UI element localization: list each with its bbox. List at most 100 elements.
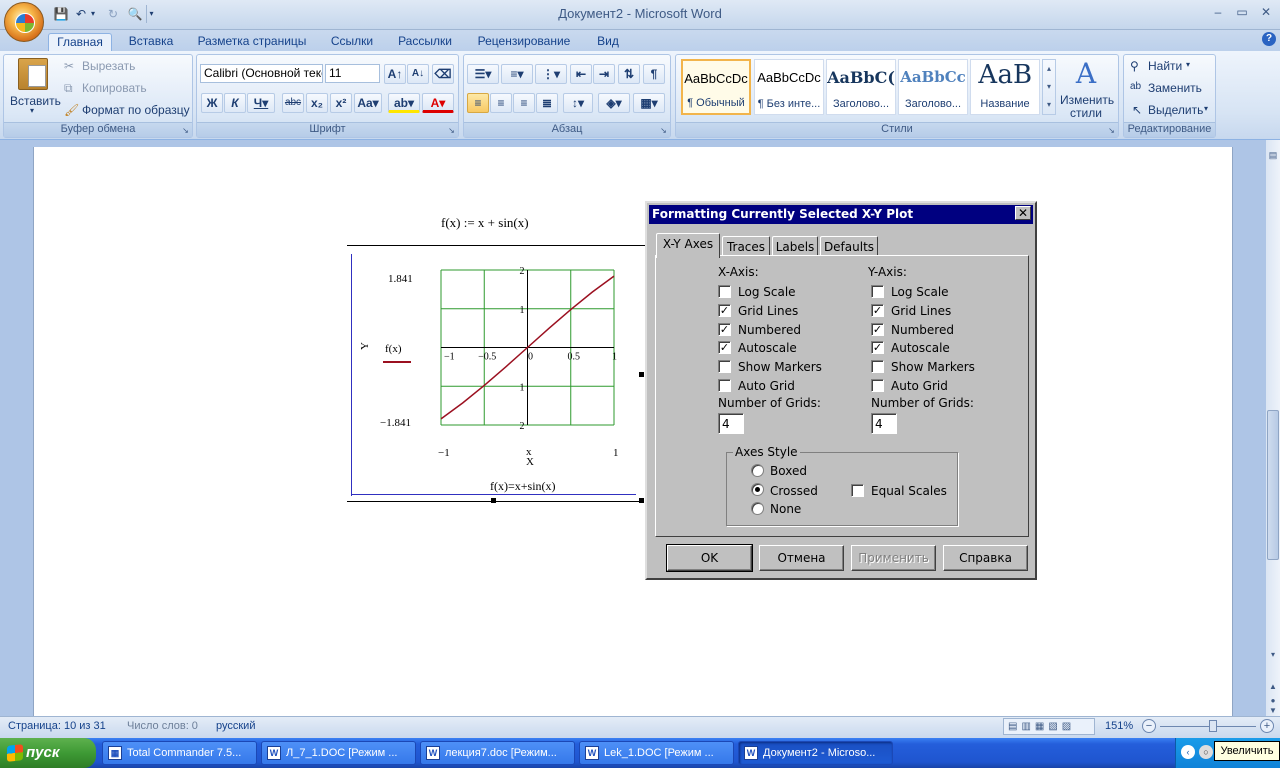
- change-case-icon[interactable]: Aa▾: [354, 93, 382, 113]
- shrink-font-icon[interactable]: A↓: [407, 64, 429, 84]
- x-axis-checkbox[interactable]: [718, 360, 731, 374]
- subscript-icon[interactable]: x₂: [306, 93, 328, 113]
- task-word-doc[interactable]: Wлекция7.doc [Режим...: [420, 741, 575, 765]
- find-dropdown-icon[interactable]: ▾: [1186, 60, 1190, 69]
- replace-button[interactable]: Заменить: [1148, 81, 1202, 95]
- style-normal[interactable]: AaBbCcDc ¶ Обычный: [681, 59, 751, 115]
- xy-plot[interactable]: −1 −0.5 0 0.5 1 2 1 1 2: [430, 262, 630, 438]
- dialog-launcher-icon[interactable]: ↘: [181, 126, 190, 135]
- bold-icon[interactable]: Ж: [201, 93, 223, 113]
- underline-icon[interactable]: Ч▾: [247, 93, 275, 113]
- zoom-slider-thumb[interactable]: [1209, 720, 1217, 732]
- radio-crossed[interactable]: [751, 483, 764, 496]
- tab-view[interactable]: Вид: [590, 33, 626, 51]
- next-page-icon[interactable]: ▼: [1266, 706, 1280, 716]
- resize-handle[interactable]: [639, 372, 644, 377]
- shading-icon[interactable]: ◈▾: [598, 93, 630, 113]
- cancel-button[interactable]: Отмена: [759, 545, 844, 571]
- document-page[interactable]: [33, 147, 1233, 716]
- style-no-spacing[interactable]: AaBbCcDc ¶ Без инте...: [754, 59, 824, 115]
- resize-handle[interactable]: [639, 498, 644, 503]
- superscript-icon[interactable]: x²: [330, 93, 352, 113]
- language-indicator[interactable]: русский: [216, 720, 255, 732]
- prev-page-icon[interactable]: ▲: [1266, 682, 1280, 694]
- tab-page-layout[interactable]: Разметка страницы: [192, 33, 312, 51]
- cut-button[interactable]: Вырезать: [82, 59, 135, 73]
- dialog-launcher-icon[interactable]: ↘: [659, 126, 668, 135]
- show-marks-icon[interactable]: ¶: [643, 64, 665, 84]
- zoom-level[interactable]: 151%: [1105, 720, 1133, 732]
- paste-button[interactable]: Вставить: [10, 94, 61, 108]
- view-buttons[interactable]: ▤▥▦▧▨: [1003, 718, 1095, 735]
- radio-boxed[interactable]: [751, 464, 764, 477]
- equal-scales-checkbox[interactable]: [851, 484, 864, 497]
- multilevel-list-icon[interactable]: ⋮▾: [535, 64, 567, 84]
- close-icon[interactable]: ✕: [1256, 5, 1276, 21]
- word-count[interactable]: Число слов: 0: [127, 720, 198, 732]
- zoom-in-icon[interactable]: +: [1260, 719, 1274, 733]
- x-grids-input[interactable]: 4: [718, 413, 744, 434]
- apply-button[interactable]: Применить: [851, 545, 936, 571]
- resize-handle[interactable]: [491, 498, 496, 503]
- zoom-slider-track[interactable]: [1160, 726, 1256, 727]
- grow-font-icon[interactable]: A↑: [384, 64, 406, 84]
- x-axis-checkbox[interactable]: [718, 379, 731, 392]
- scroll-down-icon[interactable]: ▾: [1266, 650, 1280, 662]
- scrollbar-thumb[interactable]: [1267, 410, 1279, 560]
- browse-object-icon[interactable]: ●: [1266, 696, 1280, 706]
- task-word-doc[interactable]: W Lek_1.DOC [Режим ...: [579, 741, 734, 765]
- dialog-launcher-icon[interactable]: ↘: [1107, 126, 1116, 135]
- dialog-close-icon[interactable]: ✕: [1015, 206, 1031, 220]
- radio-none[interactable]: [751, 502, 764, 515]
- task-total-commander[interactable]: ▦ Total Commander 7.5...: [102, 741, 257, 765]
- tab-mailings[interactable]: Рассылки: [392, 33, 458, 51]
- style-heading-1[interactable]: AaBbC(Заголово...: [826, 59, 896, 115]
- paste-dropdown-icon[interactable]: ▾: [30, 106, 34, 115]
- styles-scroll[interactable]: ▴ ▾ ▾: [1042, 59, 1056, 115]
- help-button[interactable]: Справка: [943, 545, 1028, 571]
- italic-icon[interactable]: К: [224, 93, 246, 113]
- zoom-out-icon[interactable]: −: [1142, 719, 1156, 733]
- select-button[interactable]: Выделить: [1148, 103, 1203, 117]
- align-right-icon[interactable]: ≡: [513, 93, 535, 113]
- office-button[interactable]: [4, 2, 44, 42]
- font-name-combo[interactable]: Calibri (Основной текст): [200, 64, 323, 83]
- y-axis-checkbox[interactable]: [871, 360, 884, 374]
- clear-format-icon[interactable]: ⌫: [432, 64, 454, 84]
- highlight-icon[interactable]: ab▾: [388, 93, 420, 113]
- style-heading-2[interactable]: AaBbCc Заголово...: [898, 59, 968, 115]
- y-axis-checkbox[interactable]: [871, 379, 884, 392]
- ok-button[interactable]: OK: [666, 544, 753, 572]
- y-grids-input[interactable]: 4: [871, 413, 897, 434]
- justify-icon[interactable]: ≣: [536, 93, 558, 113]
- tray-expand-icon[interactable]: ‹: [1181, 745, 1195, 759]
- y-axis-checkbox[interactable]: ✓: [871, 322, 884, 336]
- font-size-combo[interactable]: 11: [325, 64, 380, 83]
- help-icon[interactable]: ?: [1262, 32, 1276, 46]
- copy-button[interactable]: Копировать: [82, 81, 147, 95]
- tab-home[interactable]: Главная: [48, 33, 112, 51]
- tab-xy-axes[interactable]: X-Y Axes: [656, 233, 720, 258]
- tab-references[interactable]: Ссылки: [326, 33, 378, 51]
- y-axis-checkbox[interactable]: ✓: [871, 303, 884, 317]
- align-left-icon[interactable]: ≡: [467, 93, 489, 113]
- tab-review[interactable]: Рецензирование: [472, 33, 576, 51]
- ruler-toggle-icon[interactable]: ▤: [1266, 150, 1280, 162]
- dialog-launcher-icon[interactable]: ↘: [447, 126, 456, 135]
- minimize-icon[interactable]: –: [1208, 5, 1228, 21]
- x-axis-checkbox[interactable]: [718, 285, 731, 298]
- sort-icon[interactable]: ⇅: [618, 64, 640, 84]
- task-word-doc[interactable]: W Л_7_1.DOC [Режим ...: [261, 741, 416, 765]
- strikethrough-icon[interactable]: abc: [282, 93, 304, 113]
- x-axis-checkbox[interactable]: ✓: [718, 341, 731, 355]
- y-axis-checkbox[interactable]: ✓: [871, 341, 884, 355]
- change-styles-button[interactable]: Изменить стили: [1060, 94, 1114, 120]
- task-word-active[interactable]: W Документ2 - Microso...: [738, 741, 893, 765]
- paste-icon[interactable]: [18, 58, 48, 90]
- format-painter-button[interactable]: Формат по образцу: [82, 103, 190, 117]
- tab-insert[interactable]: Вставка: [122, 33, 180, 51]
- align-center-icon[interactable]: ≡: [490, 93, 512, 113]
- font-color-icon[interactable]: A▾: [422, 93, 454, 113]
- select-dropdown-icon[interactable]: ▾: [1204, 104, 1208, 113]
- x-axis-checkbox[interactable]: ✓: [718, 322, 731, 336]
